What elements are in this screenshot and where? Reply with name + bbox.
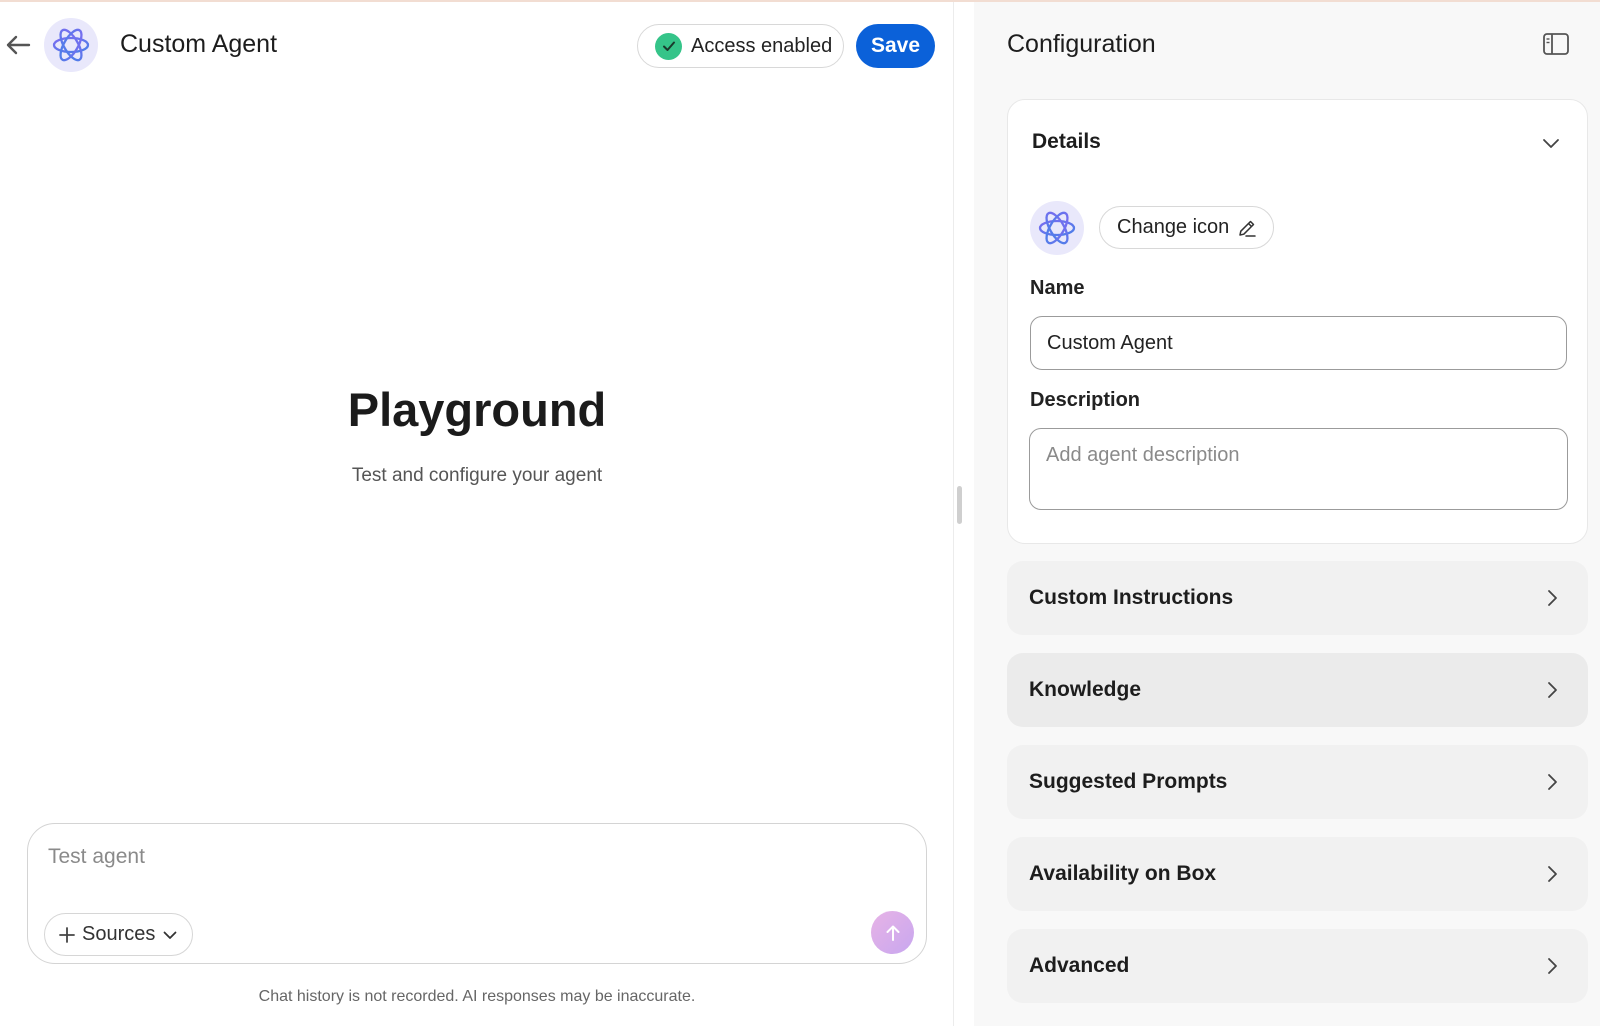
- test-agent-input[interactable]: [48, 842, 808, 872]
- description-label: Description: [1030, 389, 1141, 411]
- section-custom-instructions[interactable]: Custom Instructions: [1007, 561, 1588, 635]
- access-enabled-label: Access enabled: [691, 34, 833, 57]
- arrow-up-icon: [886, 925, 899, 941]
- section-knowledge[interactable]: Knowledge: [1007, 653, 1588, 727]
- section-label: Advanced: [1029, 954, 1130, 977]
- back-button[interactable]: [3, 30, 33, 60]
- chat-composer: Sources: [27, 823, 927, 964]
- sources-button[interactable]: Sources: [44, 913, 193, 956]
- configuration-title: Configuration: [1007, 30, 1156, 58]
- name-label: Name: [1030, 277, 1085, 299]
- agent-avatar: [44, 18, 98, 72]
- playground-title: Playground: [347, 383, 607, 436]
- page-header: Custom Agent Access enabled Save: [0, 2, 954, 88]
- details-collapse-button[interactable]: [1540, 132, 1562, 154]
- chevron-down-icon: [163, 931, 177, 939]
- check-icon: [655, 32, 682, 60]
- chat-disclaimer: Chat history is not recorded. AI respons…: [258, 988, 696, 1005]
- playground-panel: Custom Agent Access enabled Save Playgro…: [0, 2, 954, 1026]
- pencil-icon: [1239, 220, 1257, 237]
- details-card: Details Change icon Name Custom Agent De…: [1007, 99, 1588, 544]
- sidebar-panel-icon: [1543, 33, 1569, 55]
- description-field[interactable]: [1029, 428, 1568, 510]
- chevron-right-icon: [1548, 774, 1557, 790]
- chevron-right-icon: [1548, 590, 1557, 606]
- save-button[interactable]: Save: [856, 24, 935, 68]
- agent-icon-preview: [1030, 201, 1084, 255]
- access-enabled-toggle[interactable]: Access enabled: [637, 24, 844, 68]
- section-advanced[interactable]: Advanced: [1007, 929, 1588, 1003]
- section-label: Availability on Box: [1029, 862, 1217, 885]
- atom-icon: [52, 28, 90, 62]
- panel-toggle-button[interactable]: [1542, 32, 1570, 58]
- chevron-right-icon: [1548, 958, 1557, 974]
- details-title: Details: [1032, 130, 1101, 153]
- section-availability-on-box[interactable]: Availability on Box: [1007, 837, 1588, 911]
- playground-subtitle: Test and configure your agent: [351, 465, 603, 486]
- section-suggested-prompts[interactable]: Suggested Prompts: [1007, 745, 1588, 819]
- name-field[interactable]: [1030, 316, 1567, 370]
- agent-title: Custom Agent: [120, 30, 278, 58]
- send-button[interactable]: [871, 911, 914, 954]
- arrow-left-icon: [6, 35, 31, 55]
- panel-resize-handle[interactable]: [957, 486, 962, 524]
- chevron-down-icon: [1543, 139, 1559, 148]
- chevron-right-icon: [1548, 866, 1557, 882]
- configuration-panel: Configuration Details Change icon Name C…: [974, 2, 1600, 1026]
- section-label: Custom Instructions: [1029, 586, 1234, 609]
- change-icon-button[interactable]: Change icon: [1099, 206, 1274, 249]
- change-icon-label: Change icon: [1117, 216, 1230, 238]
- sources-label: Sources: [82, 923, 156, 945]
- chevron-right-icon: [1548, 682, 1557, 698]
- plus-icon: [59, 926, 75, 943]
- atom-icon: [1038, 211, 1076, 245]
- section-label: Suggested Prompts: [1029, 770, 1228, 793]
- section-label: Knowledge: [1029, 678, 1142, 701]
